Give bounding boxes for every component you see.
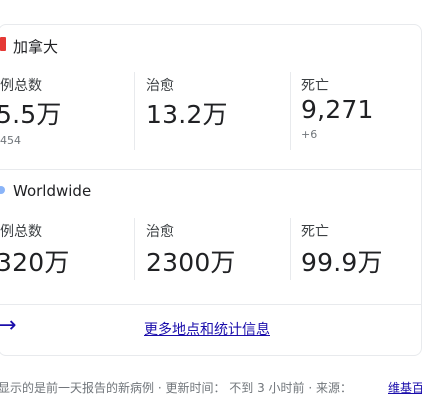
region-name-canada: 加拿大 [13, 38, 59, 56]
section-divider [0, 169, 422, 170]
stat-label-deaths-canada: 死亡 [301, 78, 329, 94]
footer-source-link[interactable]: 维基百 [388, 379, 422, 396]
stat-label-total-worldwide: 例总数 [0, 224, 42, 240]
stat-value-total-canada: 5.5万 [0, 100, 62, 129]
stat-value-deaths-worldwide: 99.9万 [301, 248, 383, 277]
divider [290, 72, 291, 150]
stat-label-total-canada: 例总数 [0, 78, 42, 94]
divider [134, 72, 135, 150]
canada-flag-icon [0, 37, 6, 51]
stat-sub-deaths-canada: +6 [301, 128, 318, 141]
section-divider [0, 304, 422, 305]
more-locations-link[interactable]: 更多地点和统计信息 [144, 319, 270, 339]
stat-value-total-worldwide: 320万 [0, 248, 70, 277]
stat-sub-total-canada: 454 [0, 134, 21, 147]
stat-label-recovered-canada: 治愈 [146, 78, 174, 94]
region-name-worldwide: Worldwide [13, 182, 92, 200]
divider [134, 218, 135, 280]
divider [290, 218, 291, 280]
stat-value-recovered-canada: 13.2万 [146, 100, 228, 129]
arrow-right-icon[interactable]: → [0, 315, 16, 337]
stat-label-deaths-worldwide: 死亡 [301, 224, 329, 240]
stat-value-deaths-canada: 9,271 [301, 95, 374, 124]
stat-label-recovered-worldwide: 治愈 [146, 224, 174, 240]
footer-note: 显示的是前一天报告的新病例 · 更新时间： 不到 3 小时前 · 来源： [0, 381, 352, 395]
stat-value-recovered-worldwide: 2300万 [146, 248, 236, 277]
